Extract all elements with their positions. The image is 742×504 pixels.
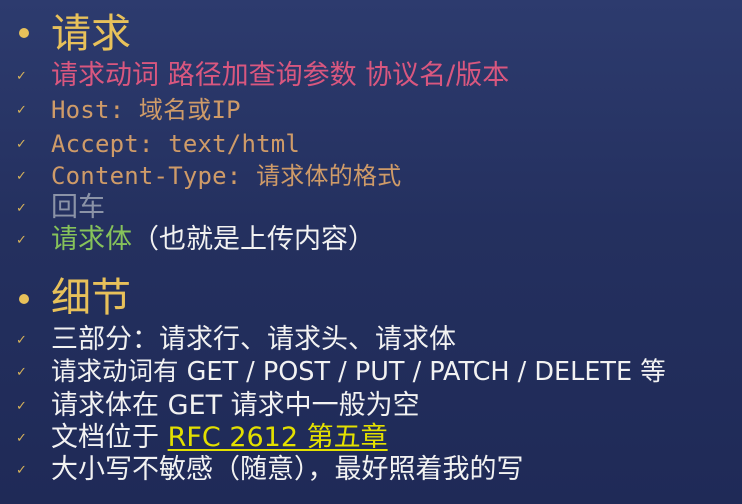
- bullet-dot-icon: [19, 28, 29, 38]
- checkmark-icon: ✓: [16, 169, 27, 184]
- section-heading-request: 请求: [0, 0, 742, 60]
- content-type-header-text: Content-Type: 请求体的格式: [51, 162, 402, 190]
- checkmark-icon: ✓: [16, 333, 27, 348]
- accept-header-text: Accept: text/html: [51, 130, 301, 158]
- list-item-accept: ✓ Accept: text/html: [0, 128, 742, 160]
- checkmark-icon: ✓: [16, 463, 27, 478]
- bullet-dot-icon: [19, 294, 29, 304]
- checkmark-icon: ✓: [16, 233, 27, 248]
- host-header-text: Host: 域名或IP: [51, 96, 241, 124]
- checkmark-icon: ✓: [16, 103, 27, 118]
- verbs-text: 请求动词有 GET / POST / PUT / PATCH / DELETE …: [51, 357, 666, 387]
- three-parts-text: 三部分：请求行、请求头、请求体: [51, 324, 456, 355]
- checkmark-icon: ✓: [16, 201, 27, 216]
- get-body-text: 请求体在 GET 请求中一般为空: [51, 390, 420, 421]
- checkmark-icon: ✓: [16, 69, 27, 84]
- rfc-text: 文档位于 RFC 2612 第五章: [51, 422, 388, 454]
- section-heading-details: 细节: [0, 270, 742, 328]
- request-line-text: 请求动词 路径加查询参数 协议名/版本: [51, 60, 510, 91]
- checkmark-icon: ✓: [16, 365, 27, 380]
- list-item-verbs: ✓ 请求动词有 GET / POST / PUT / PATCH / DELET…: [0, 356, 742, 388]
- list-item-request-line: ✓ 请求动词 路径加查询参数 协议名/版本: [0, 60, 742, 92]
- case-text: 大小写不敏感（随意），最好照着我的写: [51, 454, 524, 485]
- checkmark-icon: ✓: [16, 399, 27, 414]
- list-item-case: ✓ 大小写不敏感（随意），最好照着我的写: [0, 454, 742, 486]
- list-item-three-parts: ✓ 三部分：请求行、请求头、请求体: [0, 324, 742, 356]
- rfc-link[interactable]: RFC 2612 第五章: [168, 422, 388, 453]
- section-title: 细节: [51, 275, 131, 321]
- list-item-content-type: ✓ Content-Type: 请求体的格式: [0, 160, 742, 192]
- list-item-host: ✓ Host: 域名或IP: [0, 94, 742, 126]
- newline-text: 回车: [51, 192, 105, 223]
- list-item-body: ✓ 请求体（也就是上传内容）: [0, 224, 742, 256]
- checkmark-icon: ✓: [16, 431, 27, 446]
- rfc-prefix: 文档位于: [51, 422, 168, 453]
- body-text: 请求体（也就是上传内容）: [51, 224, 375, 256]
- list-item-rfc: ✓ 文档位于 RFC 2612 第五章: [0, 422, 742, 454]
- body-note: （也就是上传内容）: [132, 224, 375, 255]
- list-item-get-body: ✓ 请求体在 GET 请求中一般为空: [0, 390, 742, 422]
- checkmark-icon: ✓: [16, 137, 27, 152]
- list-item-newline: ✓ 回车: [0, 192, 742, 224]
- body-label: 请求体: [51, 224, 132, 255]
- section-title: 请求: [51, 11, 131, 57]
